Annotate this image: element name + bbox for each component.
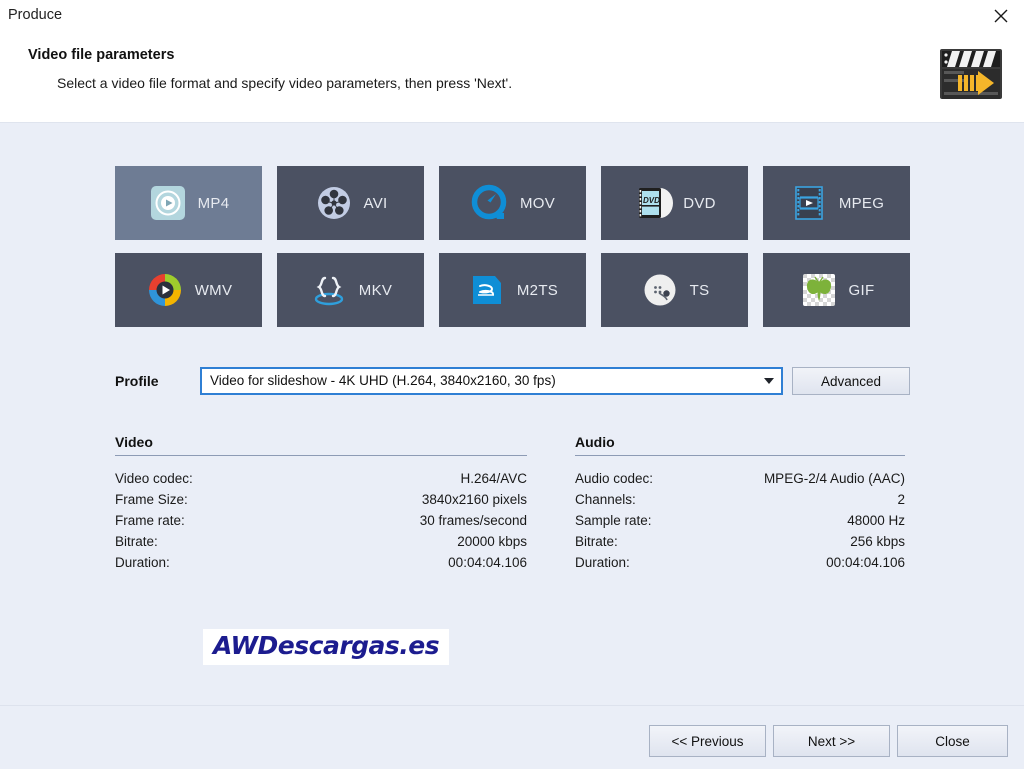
info-row: Video codec: H.264/AVC: [115, 468, 527, 489]
format-label: TS: [689, 281, 710, 299]
info-row: Sample rate: 48000 Hz: [575, 510, 905, 531]
format-button-dvd[interactable]: DVD DVD: [601, 166, 748, 240]
gif-butterfly-icon: [799, 270, 839, 310]
dialog-body: MP4 AVI MOV DVD DVD MPEG WMV MKV M2TS TS…: [0, 124, 1024, 705]
format-button-mp4[interactable]: MP4: [115, 166, 262, 240]
format-label: WMV: [194, 281, 233, 299]
title-bar: Produce: [0, 0, 1024, 34]
format-button-m2ts[interactable]: M2TS: [439, 253, 586, 327]
window-title: Produce: [8, 7, 63, 23]
info-row: Duration: 00:04:04.106: [575, 552, 905, 573]
video-panel-heading: Video: [115, 434, 527, 456]
info-row-value: 256 kbps: [850, 534, 905, 549]
info-row: Frame rate: 30 frames/second: [115, 510, 527, 531]
info-row-label: Sample rate:: [575, 513, 652, 528]
format-button-mkv[interactable]: MKV: [277, 253, 424, 327]
info-row-label: Duration:: [575, 555, 630, 570]
profile-selected-value: Video for slideshow - 4K UHD (H.264, 384…: [210, 373, 556, 388]
quicktime-icon: [470, 183, 510, 223]
next-button[interactable]: Next >>: [773, 725, 890, 757]
format-button-mpeg[interactable]: MPEG: [763, 166, 910, 240]
format-label: MP4: [197, 194, 230, 212]
info-row: Bitrate: 20000 kbps: [115, 531, 527, 552]
format-label: MKV: [358, 281, 393, 299]
mp4-icon: [148, 183, 188, 223]
dvd-disc-icon: DVD: [633, 183, 674, 223]
previous-button[interactable]: << Previous: [649, 725, 766, 757]
audio-panel-rows: Audio codec: MPEG-2/4 Audio (AAC) Channe…: [575, 468, 905, 573]
info-row: Bitrate: 256 kbps: [575, 531, 905, 552]
format-label: GIF: [848, 281, 875, 299]
video-info-panel: Video Video codec: H.264/AVC Frame Size:…: [115, 434, 527, 573]
info-row-value: 00:04:04.106: [448, 555, 527, 570]
profile-label: Profile: [115, 373, 159, 389]
profile-row: Profile Video for slideshow - 4K UHD (H.…: [115, 367, 910, 397]
info-row-value: 20000 kbps: [457, 534, 527, 549]
format-button-ts[interactable]: TS: [601, 253, 748, 327]
info-row: Duration: 00:04:04.106: [115, 552, 527, 573]
info-row: Frame Size: 3840x2160 pixels: [115, 489, 527, 510]
info-row-label: Bitrate:: [115, 534, 158, 549]
format-label: DVD: [683, 194, 716, 212]
info-row-label: Audio codec:: [575, 471, 654, 486]
wmv-icon: [145, 270, 185, 310]
close-button[interactable]: Close: [897, 725, 1008, 757]
dialog-header: Produce Video file parameters Select a v…: [0, 0, 1024, 123]
page-subtitle: Select a video file format and specify v…: [57, 75, 513, 91]
page-title: Video file parameters: [28, 47, 175, 63]
info-row-value: MPEG-2/4 Audio (AAC): [763, 471, 905, 486]
format-label: MPEG: [838, 194, 885, 212]
advanced-button[interactable]: Advanced: [792, 367, 910, 395]
info-row-label: Bitrate:: [575, 534, 618, 549]
ts-satellite-icon: [640, 270, 680, 310]
info-row-value: 3840x2160 pixels: [421, 492, 527, 507]
info-row-label: Duration:: [115, 555, 170, 570]
info-row-label: Video codec:: [115, 471, 193, 486]
chevron-down-icon[interactable]: [764, 378, 774, 384]
info-row-label: Frame Size:: [115, 492, 188, 507]
info-row-label: Channels:: [575, 492, 636, 507]
format-label: AVI: [363, 194, 388, 212]
mpeg-filmstrip-icon: [789, 183, 829, 223]
format-button-mov[interactable]: MOV: [439, 166, 586, 240]
audio-info-panel: Audio Audio codec: MPEG-2/4 Audio (AAC) …: [575, 434, 905, 573]
format-button-gif[interactable]: GIF: [763, 253, 910, 327]
info-row-value: 30 frames/second: [419, 513, 527, 528]
watermark: AWDescargas.es: [203, 629, 450, 665]
format-button-wmv[interactable]: WMV: [115, 253, 262, 327]
avi-film-reel-icon: [314, 183, 354, 223]
dialog-footer: << Previous Next >> Close: [0, 705, 1024, 769]
info-row-value: 48000 Hz: [847, 513, 905, 528]
clapperboard-icon: [938, 45, 1008, 103]
info-row-label: Frame rate:: [115, 513, 185, 528]
info-row-value: H.264/AVC: [460, 471, 527, 486]
bluray-icon: [467, 270, 507, 310]
close-icon[interactable]: [978, 0, 1024, 32]
format-grid: MP4 AVI MOV DVD DVD MPEG WMV MKV M2TS TS…: [115, 166, 910, 327]
profile-select[interactable]: Video for slideshow - 4K UHD (H.264, 384…: [200, 367, 783, 395]
format-label: MOV: [519, 194, 556, 212]
format-button-avi[interactable]: AVI: [277, 166, 424, 240]
video-panel-rows: Video codec: H.264/AVC Frame Size: 3840x…: [115, 468, 527, 573]
format-label: M2TS: [516, 281, 559, 299]
info-row: Channels: 2: [575, 489, 905, 510]
mkv-braces-icon: [309, 270, 349, 310]
info-row-value: 2: [897, 492, 905, 507]
info-row-value: 00:04:04.106: [826, 555, 905, 570]
audio-panel-heading: Audio: [575, 434, 905, 456]
svg-text:DVD: DVD: [643, 196, 660, 205]
info-row: Audio codec: MPEG-2/4 Audio (AAC): [575, 468, 905, 489]
